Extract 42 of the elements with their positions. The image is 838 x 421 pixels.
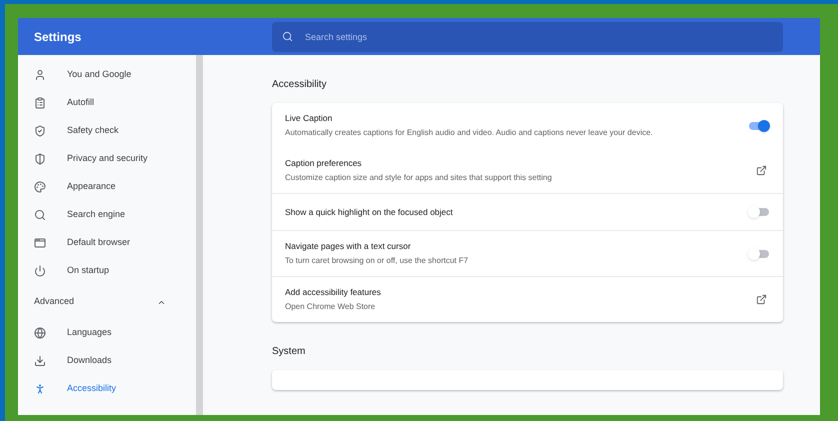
sidebar-item[interactable]: Accessibility	[18, 375, 196, 403]
advanced-toggle[interactable]: Advanced	[18, 285, 196, 319]
setting-description: Customize caption size and style for apps and sites that support this setting	[285, 172, 553, 184]
shield-icon	[34, 153, 46, 165]
sidebar-item[interactable]: Languages	[18, 319, 196, 347]
person-icon	[34, 69, 46, 81]
shield-icon	[34, 125, 46, 137]
sidebar-item[interactable]: Privacy and security	[18, 145, 196, 173]
external-link-icon[interactable]	[756, 294, 767, 305]
setting-title: Show a quick highlight on the focused object	[285, 206, 454, 219]
search-icon	[34, 209, 46, 221]
toggle-switch[interactable]	[748, 206, 770, 218]
person-icon	[34, 383, 46, 395]
sidebar-item[interactable]: Downloads	[18, 347, 196, 375]
browser-window-icon	[34, 237, 46, 249]
setting-title: Navigate pages with a text cursor	[285, 240, 412, 253]
search-field[interactable]: Search settings	[272, 22, 783, 52]
sidebar-item[interactable]: On startup	[18, 257, 196, 285]
setting-title: Caption preferences	[285, 157, 363, 170]
sidebar-item[interactable]: Autofill	[18, 89, 196, 117]
clipboard-icon	[34, 97, 46, 109]
setting-description: To turn caret browsing on or off, use the shortcut F7	[285, 255, 470, 267]
sidebar-item[interactable]: Appearance	[18, 173, 196, 201]
setting-title: Live Caption	[285, 112, 334, 125]
toggle-switch[interactable]	[748, 120, 770, 132]
setting-description: Automatically creates captions for English audio and video. Audio and captions never leave your device.	[285, 127, 654, 139]
app-title: Settings	[33, 28, 82, 46]
sidebar-item[interactable]: Search engine	[18, 201, 196, 229]
sidebar-item[interactable]: You and Google	[18, 61, 196, 89]
setting-title: Add accessibility features	[285, 286, 382, 299]
globe-icon	[34, 327, 46, 339]
sidebar-item[interactable]: Safety check	[18, 117, 196, 145]
external-link-icon[interactable]	[756, 165, 767, 176]
power-icon	[34, 265, 46, 277]
palette-icon	[34, 181, 46, 193]
toggle-switch[interactable]	[748, 248, 770, 260]
section-heading: Accessibility	[272, 78, 328, 92]
download-icon	[34, 355, 46, 367]
setting-description: Open Chrome Web Store	[285, 301, 376, 313]
search-icon	[282, 30, 293, 42]
section-heading: System	[272, 345, 306, 359]
sidebar-item[interactable]: Default browser	[18, 229, 196, 257]
